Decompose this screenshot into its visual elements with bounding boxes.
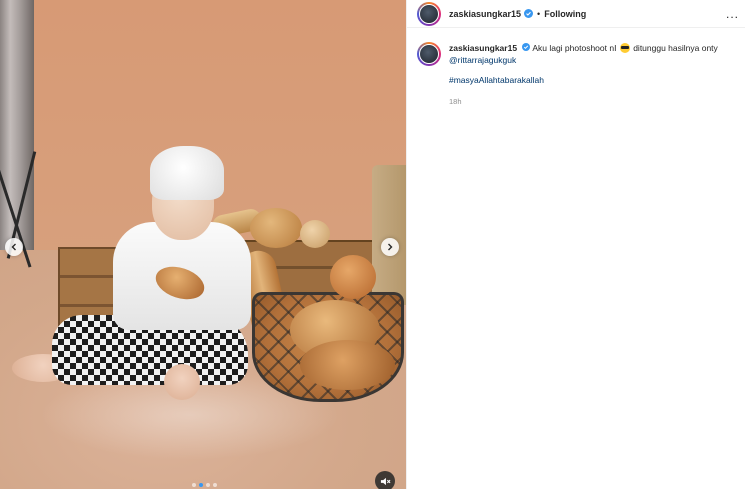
header-separator: • xyxy=(537,8,541,19)
caption-body: zaskiasungkar15 Aku lagi photoshoot nI d… xyxy=(449,42,731,108)
avatar-image xyxy=(419,44,439,64)
post-timestamp[interactable]: 18h xyxy=(449,96,731,108)
carousel-dot xyxy=(213,483,217,487)
mention-link[interactable]: @rittarrajagukguk xyxy=(449,55,516,65)
speaker-muted-icon xyxy=(380,477,390,485)
post-media[interactable] xyxy=(0,0,406,489)
chevron-left-icon xyxy=(11,243,16,251)
bread-loaf xyxy=(300,340,395,390)
avatar[interactable] xyxy=(417,1,441,26)
verified-badge-icon xyxy=(522,43,531,51)
username-link[interactable]: zaskiasungkar15 xyxy=(449,9,521,19)
caption-text: ditunggu hasilnya onty xyxy=(633,43,718,53)
bread-bag xyxy=(372,165,406,305)
chevron-right-icon xyxy=(388,243,393,251)
baby-foot xyxy=(164,364,200,400)
verified-badge-icon xyxy=(524,9,534,18)
bread-roll xyxy=(300,220,330,248)
carousel-prev-button[interactable] xyxy=(5,238,23,256)
caption-avatar[interactable] xyxy=(417,42,441,66)
carousel-indicator xyxy=(192,483,217,487)
caption: zaskiasungkar15 Aku lagi photoshoot nI d… xyxy=(407,28,745,108)
bread-loaf xyxy=(250,208,302,248)
caption-username[interactable]: zaskiasungkar15 xyxy=(449,43,517,53)
following-button[interactable]: Following xyxy=(544,9,586,19)
post-details-panel: zaskiasungkar15 • Following ... zaskiasu… xyxy=(406,0,745,489)
post-header: zaskiasungkar15 • Following ... xyxy=(407,0,745,28)
carousel-dot-active xyxy=(199,483,203,487)
mute-button[interactable] xyxy=(375,471,395,489)
carousel-dot xyxy=(206,483,210,487)
hashtag-link[interactable]: #masyaAllahtabarakallah xyxy=(449,74,731,86)
bread-roll xyxy=(330,255,376,299)
carousel-dot xyxy=(192,483,196,487)
sunglasses-emoji-icon xyxy=(619,43,630,53)
caption-text: Aku lagi photoshoot nI xyxy=(532,43,617,53)
chef-hat xyxy=(150,146,224,200)
avatar-image xyxy=(419,3,439,24)
more-options-icon[interactable]: ... xyxy=(726,7,739,21)
carousel-next-button[interactable] xyxy=(381,238,399,256)
